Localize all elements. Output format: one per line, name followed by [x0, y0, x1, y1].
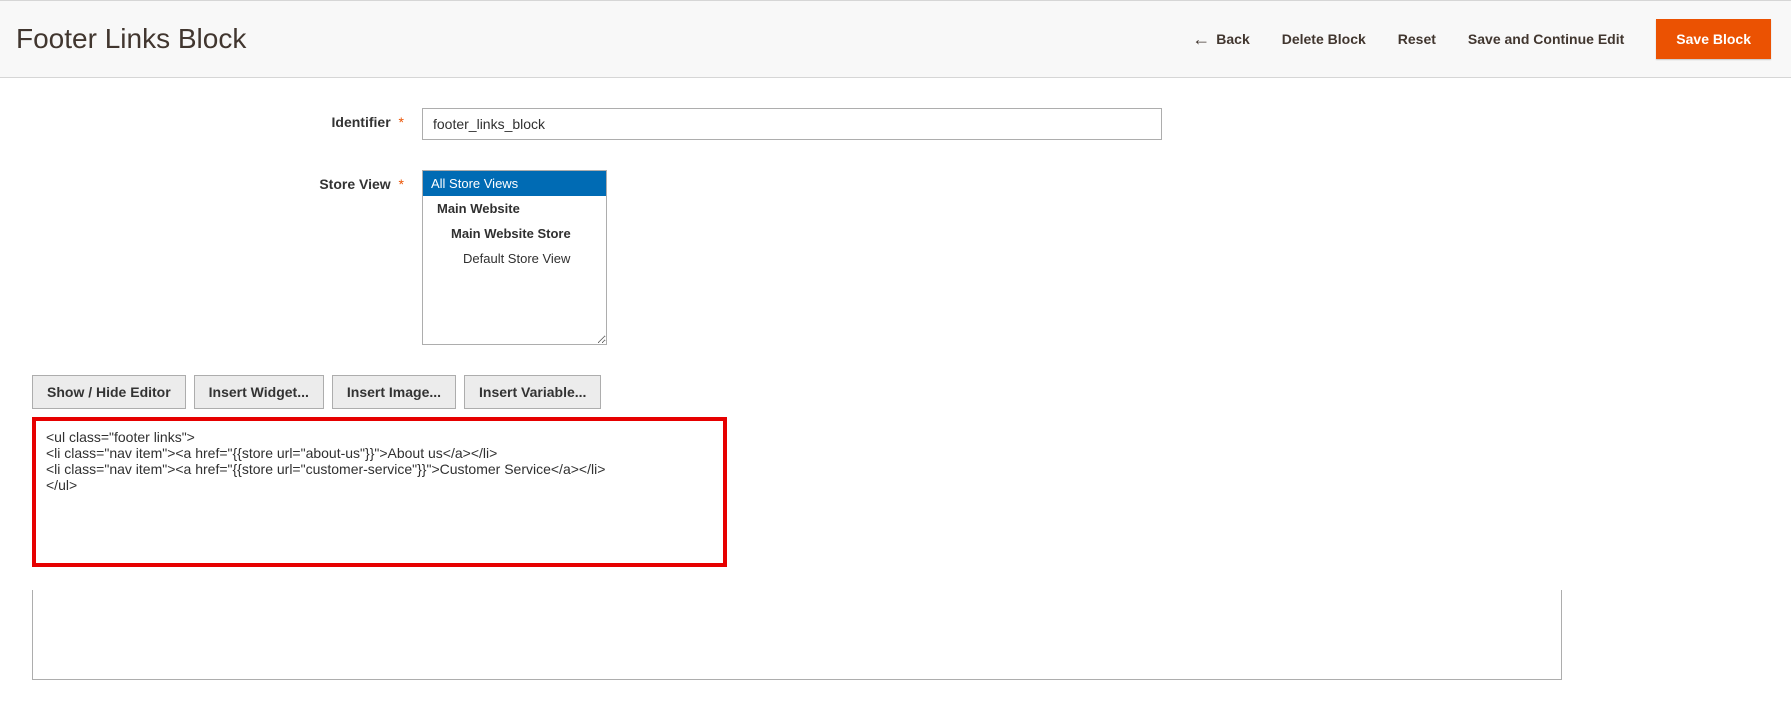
- content-editor[interactable]: [32, 417, 727, 567]
- toggle-editor-button[interactable]: Show / Hide Editor: [32, 375, 186, 409]
- arrow-left-icon: ←: [1192, 30, 1210, 48]
- insert-widget-button[interactable]: Insert Widget...: [194, 375, 324, 409]
- back-button[interactable]: ← Back: [1192, 30, 1249, 48]
- identifier-input[interactable]: [422, 108, 1162, 140]
- reset-button[interactable]: Reset: [1398, 31, 1436, 47]
- back-label: Back: [1216, 31, 1249, 47]
- identifier-control: [422, 108, 1162, 140]
- insert-variable-button[interactable]: Insert Variable...: [464, 375, 601, 409]
- store-view-list: All Store Views Main Website Main Websit…: [423, 171, 606, 271]
- header-actions: ← Back Delete Block Reset Save and Conti…: [1192, 19, 1771, 59]
- delete-block-button[interactable]: Delete Block: [1282, 31, 1366, 47]
- identifier-label: Identifier: [332, 114, 391, 130]
- page-header: Footer Links Block ← Back Delete Block R…: [0, 0, 1791, 78]
- editor-toolbar: Show / Hide Editor Insert Widget... Inse…: [32, 375, 1771, 409]
- save-continue-button[interactable]: Save and Continue Edit: [1468, 31, 1624, 47]
- required-mark-icon: *: [399, 176, 404, 192]
- store-view-control: All Store Views Main Website Main Websit…: [422, 170, 607, 345]
- field-row-identifier: Identifier *: [20, 108, 1771, 140]
- field-row-store-view: Store View * All Store Views Main Websit…: [20, 170, 1771, 345]
- store-view-option-main-website[interactable]: Main Website: [423, 196, 606, 221]
- store-view-option-main-website-store[interactable]: Main Website Store: [423, 221, 606, 246]
- required-mark-icon: *: [399, 114, 404, 130]
- insert-image-button[interactable]: Insert Image...: [332, 375, 456, 409]
- form-area: Identifier * Store View * All Store View…: [0, 78, 1791, 712]
- store-view-select[interactable]: All Store Views Main Website Main Websit…: [422, 170, 607, 345]
- identifier-label-col: Identifier *: [20, 108, 422, 130]
- store-view-option-all[interactable]: All Store Views: [423, 171, 606, 196]
- store-view-option-default-store-view[interactable]: Default Store View: [423, 246, 606, 271]
- store-view-label-col: Store View *: [20, 170, 422, 192]
- page-title: Footer Links Block: [16, 23, 246, 55]
- editor-lower-area: [32, 590, 1562, 680]
- save-block-button[interactable]: Save Block: [1656, 19, 1771, 59]
- store-view-label: Store View: [319, 176, 390, 192]
